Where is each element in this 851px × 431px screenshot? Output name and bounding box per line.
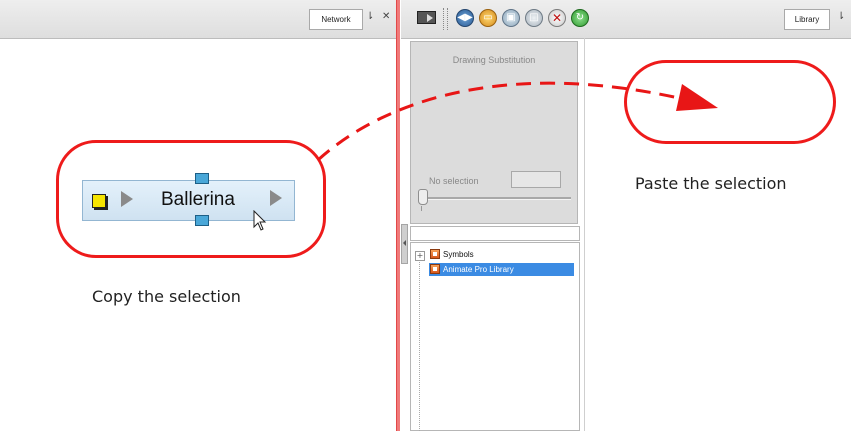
copy-caption: Copy the selection xyxy=(92,287,241,306)
tree-guide-line xyxy=(419,251,421,431)
refresh-icon[interactable]: ↻ xyxy=(571,9,589,27)
copy-highlight-outline xyxy=(56,140,326,258)
drawing-substitution-panel: Drawing Substitution No selection xyxy=(410,41,578,224)
pin-icon[interactable]: ⇂ xyxy=(837,11,845,22)
tree-item-label: Symbols xyxy=(443,250,474,259)
drawing-substitution-title: Drawing Substitution xyxy=(452,55,536,65)
paste-highlight-outline xyxy=(624,60,836,144)
no-selection-label: No selection xyxy=(429,176,479,186)
library-separator xyxy=(584,38,585,431)
substitution-slider-thumb[interactable] xyxy=(418,189,428,205)
library-tree-header xyxy=(410,226,580,241)
tree-item-symbols[interactable]: Symbols xyxy=(429,248,503,261)
close-icon[interactable]: ✕ xyxy=(382,11,390,22)
tree-item-animate-pro-library[interactable]: Animate Pro Library xyxy=(429,263,574,276)
slider-tick xyxy=(421,206,422,211)
substitution-field[interactable] xyxy=(511,171,561,188)
collapse-handle[interactable] xyxy=(401,224,408,264)
network-panel-header: Network ⇂ ✕ xyxy=(0,0,396,39)
library-folder-icon xyxy=(430,249,440,259)
tree-item-label: Animate Pro Library xyxy=(443,265,514,274)
play-icon[interactable]: ◀▶ xyxy=(456,9,474,27)
save-icon[interactable]: ▣ xyxy=(502,9,520,27)
film-icon[interactable] xyxy=(417,11,436,24)
toolbar-grip[interactable] xyxy=(443,8,448,30)
pin-icon[interactable]: ⇂ xyxy=(366,11,374,22)
panel-divider[interactable] xyxy=(396,0,400,431)
substitution-slider-track[interactable] xyxy=(425,197,571,200)
network-tab[interactable]: Network xyxy=(309,9,363,30)
library-folder-icon xyxy=(430,264,440,274)
stop-icon[interactable]: □ xyxy=(525,9,543,27)
library-tree: + Symbols Animate Pro Library xyxy=(410,242,580,431)
delete-icon[interactable]: ✕ xyxy=(548,9,566,27)
library-tab[interactable]: Library xyxy=(784,9,830,30)
expand-icon[interactable]: + xyxy=(415,251,425,261)
library-toolbar: ◀▶ ▭ ▣ □ ✕ ↻ Library ⇂ xyxy=(401,0,851,39)
paste-caption: Paste the selection xyxy=(635,174,787,193)
folder-icon[interactable]: ▭ xyxy=(479,9,497,27)
